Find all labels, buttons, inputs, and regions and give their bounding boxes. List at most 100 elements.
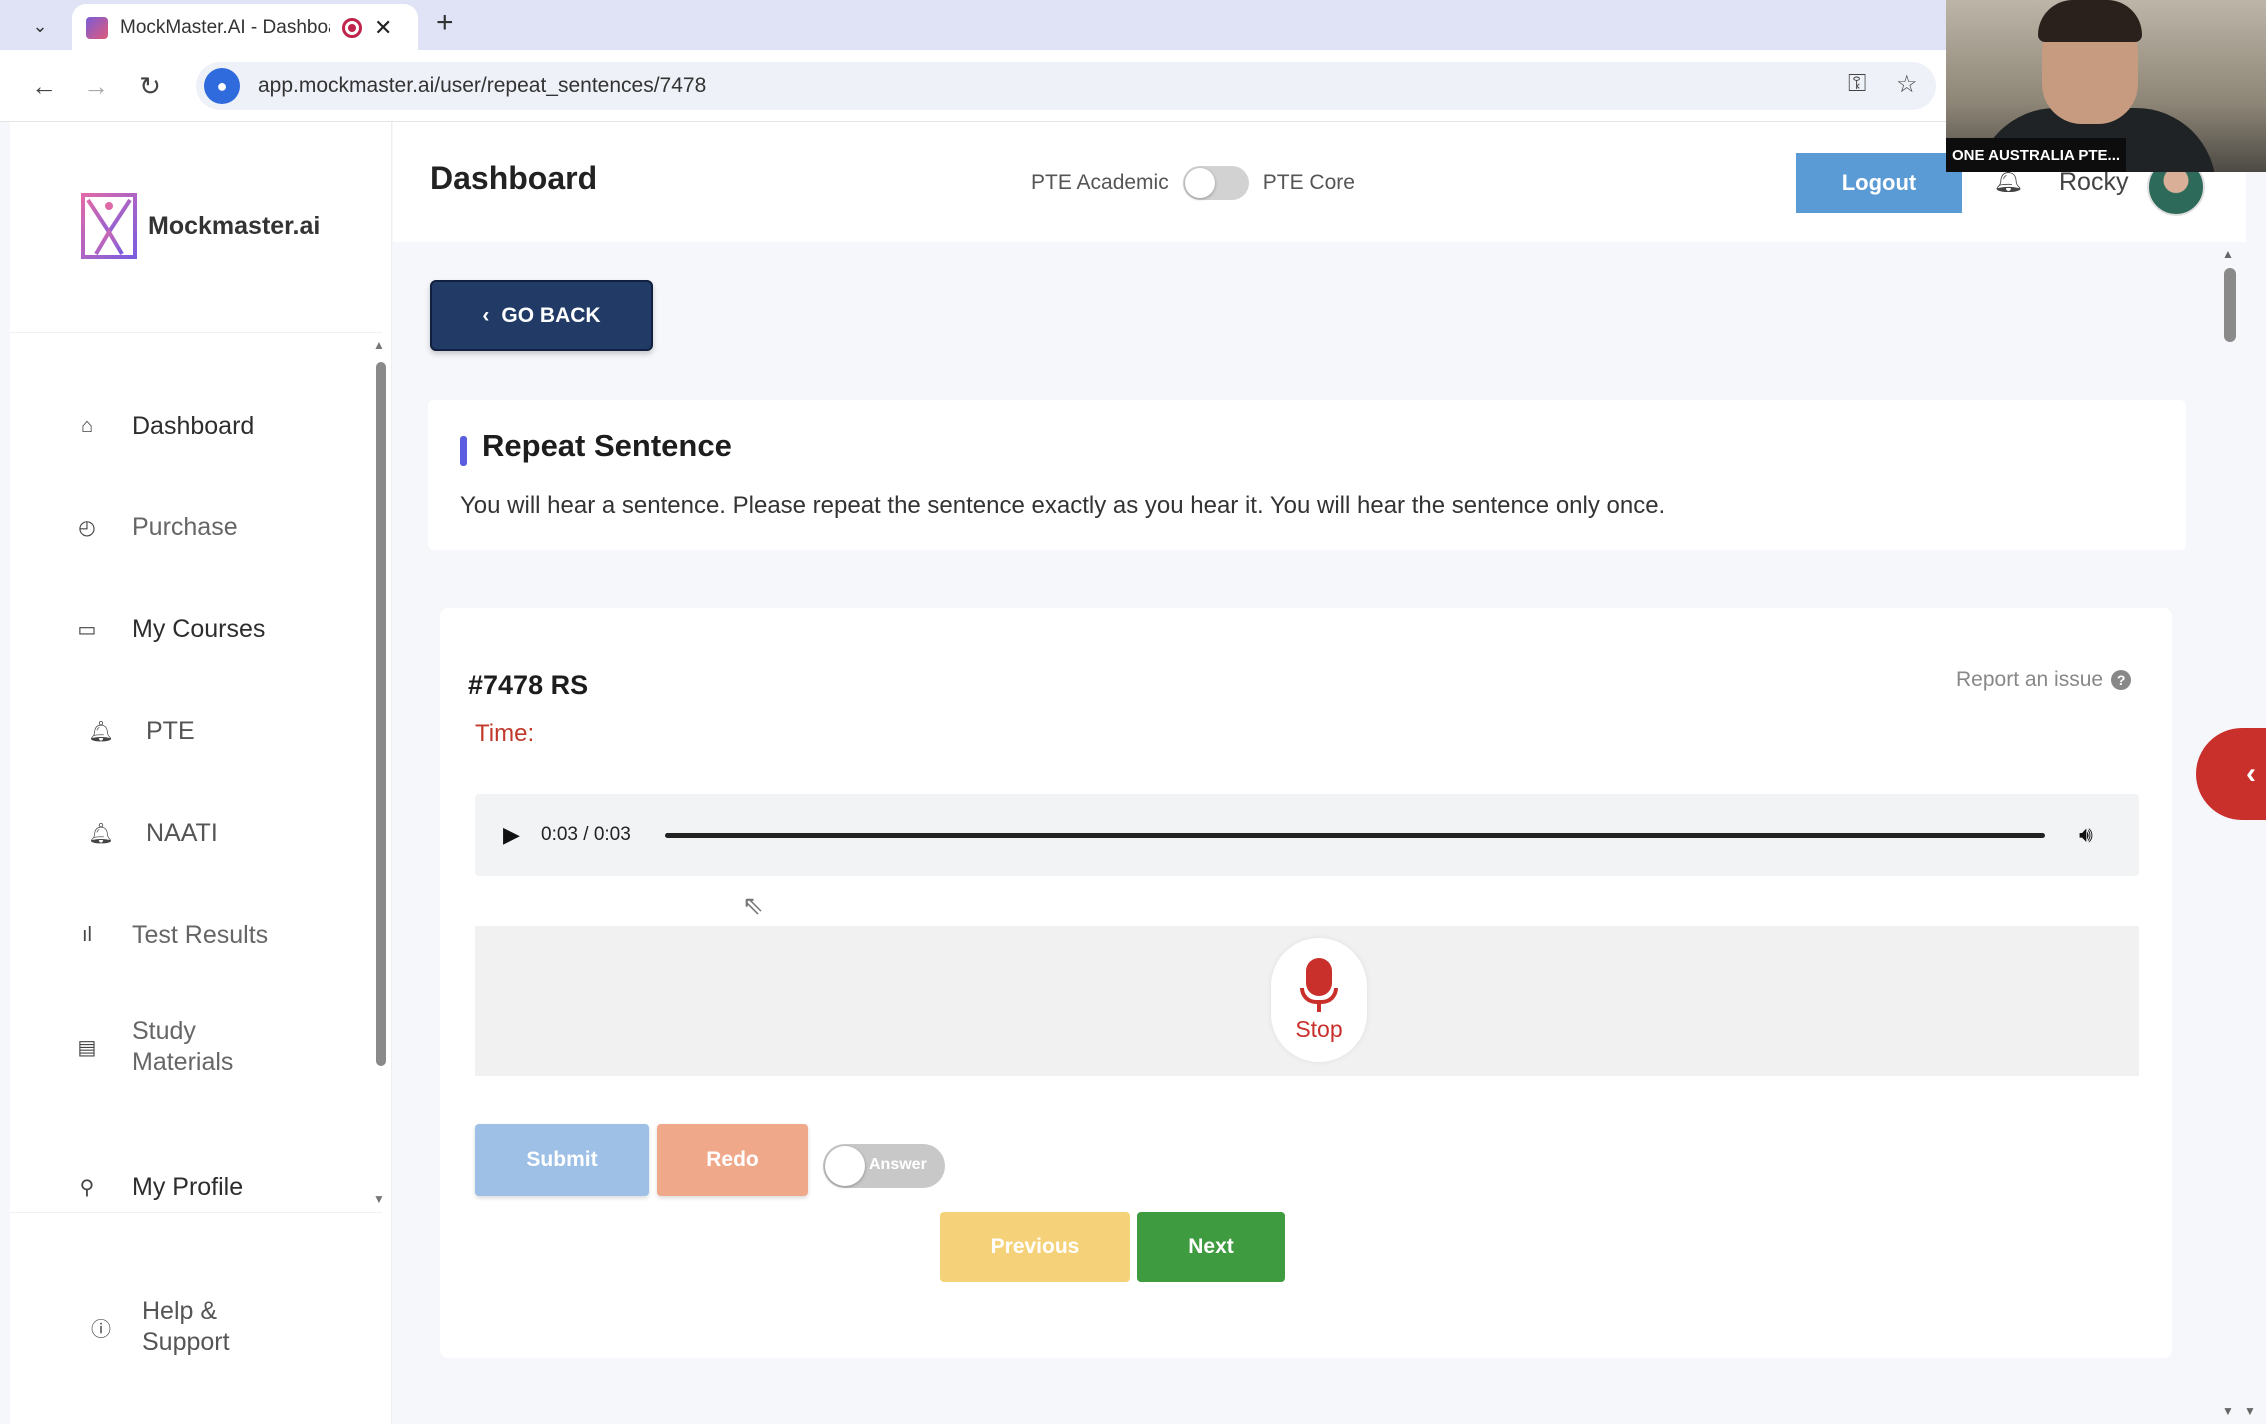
bookmark-star-icon[interactable]: ☆ bbox=[1896, 70, 1918, 99]
sidebar-scroll-down-icon[interactable]: ▼ bbox=[373, 1192, 385, 1206]
audio-player: ▶ 0:03 / 0:03 🔊︎ bbox=[475, 794, 2139, 876]
back-arrow-icon[interactable]: ← bbox=[26, 68, 62, 104]
answer-toggle[interactable]: Answer bbox=[823, 1144, 945, 1188]
stop-label: Stop bbox=[1295, 1015, 1343, 1042]
go-back-label: GO BACK bbox=[501, 303, 601, 327]
sidebar-divider bbox=[10, 1212, 382, 1213]
password-key-icon[interactable]: ⚿ bbox=[1848, 70, 1866, 98]
sidebar-item-label: Help & Support bbox=[142, 1297, 230, 1356]
sidebar-item-my-profile[interactable]: ⚲ My Profile bbox=[76, 1167, 243, 1207]
task-intro-card: Repeat Sentence You will hear a sentence… bbox=[428, 400, 2186, 550]
previous-button[interactable]: Previous bbox=[940, 1212, 1130, 1282]
question-circle-icon: ⓘ bbox=[91, 1318, 111, 1341]
report-issue-link[interactable]: Report an issue ? bbox=[1956, 668, 2132, 692]
record-stop-button[interactable]: Stop bbox=[1271, 938, 1367, 1062]
page-title: Dashboard bbox=[430, 160, 598, 196]
side-drawer-toggle[interactable]: ‹ bbox=[2196, 728, 2266, 820]
brand[interactable]: Mockmaster.ai bbox=[80, 192, 320, 260]
sidebar-item-label: PTE bbox=[146, 716, 195, 745]
sidebar-scroll-up-icon[interactable]: ▲ bbox=[373, 338, 385, 352]
redo-button[interactable]: Redo bbox=[657, 1124, 808, 1196]
audio-progress-track[interactable] bbox=[665, 832, 2045, 838]
reload-icon[interactable]: ↻ bbox=[132, 68, 168, 104]
task-instructions: You will hear a sentence. Please repeat … bbox=[460, 492, 1666, 519]
book-icon: ▭ bbox=[77, 618, 97, 641]
submit-button[interactable]: Submit bbox=[475, 1124, 649, 1196]
tab-title: MockMaster.AI - Dashboard bbox=[120, 17, 330, 38]
sidebar-divider bbox=[10, 332, 382, 333]
logout-button[interactable]: Logout bbox=[1796, 153, 1962, 213]
volume-icon[interactable]: 🔊︎ bbox=[2079, 822, 2093, 848]
sidebar-item-dashboard[interactable]: ⌂ Dashboard bbox=[76, 406, 254, 446]
notebook-icon: ▤ bbox=[77, 1036, 97, 1059]
play-icon[interactable]: ▶ bbox=[503, 822, 533, 848]
go-back-button[interactable]: ‹ GO BACK bbox=[430, 280, 653, 351]
forward-arrow-icon[interactable]: → bbox=[78, 68, 114, 104]
sidebar-item-label: My Profile bbox=[132, 1172, 244, 1201]
question-mark-icon: ? bbox=[2111, 670, 2132, 690]
sidebar-item-label: Study Materials bbox=[132, 1017, 234, 1076]
mockmaster-logo-icon bbox=[81, 193, 137, 259]
exam-mode-switch: PTE Academic PTE Core bbox=[1031, 166, 1355, 200]
sidebar-item-label: Purchase bbox=[132, 512, 238, 541]
recording-indicator-icon bbox=[342, 18, 362, 38]
favicon-icon bbox=[86, 17, 108, 39]
mode-left-label: PTE Academic bbox=[1031, 171, 1169, 194]
section-title: Repeat Sentence bbox=[482, 428, 732, 463]
webcam-caption: ONE AUSTRALIA PTE... bbox=[1946, 138, 2126, 172]
tab-search-dropdown-icon[interactable]: ⌄ bbox=[22, 8, 58, 44]
webcam-person-hair bbox=[2038, 0, 2142, 42]
sidebar-item-purchase[interactable]: ◴ Purchase bbox=[76, 507, 238, 547]
browser-tab[interactable]: MockMaster.AI - Dashboard ✕ bbox=[72, 4, 418, 52]
webcam-overlay: ONE AUSTRALIA PTE... bbox=[1946, 0, 2266, 172]
time-label: Time: bbox=[475, 720, 535, 747]
sidebar: Mockmaster.ai ⌂ Dashboard ◴ Purchase ▭ M… bbox=[10, 122, 392, 1424]
chevron-left-icon: ‹ bbox=[482, 303, 490, 327]
browser-tab-bar: ⌄ MockMaster.AI - Dashboard ✕ + bbox=[0, 0, 2266, 52]
chevron-left-icon: ‹ bbox=[2246, 757, 2256, 790]
title-accent-bar bbox=[460, 436, 467, 466]
microphone-permission-icon[interactable]: ● bbox=[204, 68, 240, 104]
sidebar-scrollbar[interactable] bbox=[376, 362, 386, 1066]
report-issue-label: Report an issue bbox=[1956, 668, 2104, 691]
sidebar-item-study-materials[interactable]: ▤ Study Materials bbox=[76, 1012, 262, 1082]
audio-time: 0:03 / 0:03 bbox=[541, 824, 631, 845]
bar-chart-icon: ıl bbox=[82, 923, 92, 946]
microphone-icon-foot bbox=[1317, 1003, 1321, 1012]
sidebar-item-my-courses[interactable]: ▭ My Courses bbox=[76, 609, 266, 649]
brand-name: Mockmaster.ai bbox=[148, 211, 321, 240]
address-bar[interactable]: ● app.mockmaster.ai/user/repeat_sentence… bbox=[196, 62, 1936, 110]
sidebar-item-pte[interactable]: 🔔︎ PTE bbox=[88, 711, 195, 751]
next-button[interactable]: Next bbox=[1137, 1212, 1285, 1282]
sidebar-item-test-results[interactable]: ıl Test Results bbox=[76, 915, 268, 955]
question-card: #7478 RS Report an issue ? Time: ▶ 0:03 … bbox=[440, 608, 2172, 1358]
toggle-knob bbox=[1184, 168, 1215, 198]
content-scroll-down-icon[interactable]: ▼ bbox=[2222, 1404, 2234, 1418]
new-tab-icon[interactable]: + bbox=[436, 6, 454, 40]
browser-toolbar: ← → ↻ ● app.mockmaster.ai/user/repeat_se… bbox=[0, 50, 2266, 122]
mouse-cursor-icon: ⇖ bbox=[742, 890, 764, 920]
content-scroll-up-icon[interactable]: ▲ bbox=[2222, 247, 2234, 261]
recording-panel: Stop bbox=[475, 926, 2139, 1076]
user-icon: ⚲ bbox=[79, 1176, 95, 1199]
username: Rocky bbox=[2059, 168, 2129, 196]
sidebar-item-help-support[interactable]: ⓘ Help & Support bbox=[90, 1292, 262, 1362]
sidebar-item-label: NAATI bbox=[146, 818, 218, 847]
sidebar-item-label: Dashboard bbox=[132, 411, 255, 440]
toggle-knob bbox=[825, 1146, 865, 1186]
home-icon: ⌂ bbox=[80, 414, 94, 437]
sidebar-item-label: Test Results bbox=[132, 920, 269, 949]
bell-icon: 🔔︎ bbox=[88, 720, 114, 743]
url-text: app.mockmaster.ai/user/repeat_sentences/… bbox=[258, 74, 707, 97]
exam-mode-toggle[interactable] bbox=[1182, 166, 1249, 200]
content-scrollbar[interactable] bbox=[2224, 268, 2236, 342]
answer-toggle-label: Answer bbox=[869, 1156, 927, 1173]
mode-right-label: PTE Core bbox=[1262, 171, 1355, 194]
microphone-icon bbox=[1306, 957, 1332, 996]
content-scroll-down-icon[interactable]: ▼ bbox=[2244, 1404, 2256, 1418]
check-circle-icon: ◴ bbox=[78, 516, 96, 539]
close-tab-icon[interactable]: ✕ bbox=[374, 15, 392, 41]
sidebar-item-naati[interactable]: 🔔︎ NAATI bbox=[88, 813, 218, 853]
sidebar-item-label: My Courses bbox=[132, 614, 266, 643]
bell-icon: 🔔︎ bbox=[88, 822, 114, 845]
